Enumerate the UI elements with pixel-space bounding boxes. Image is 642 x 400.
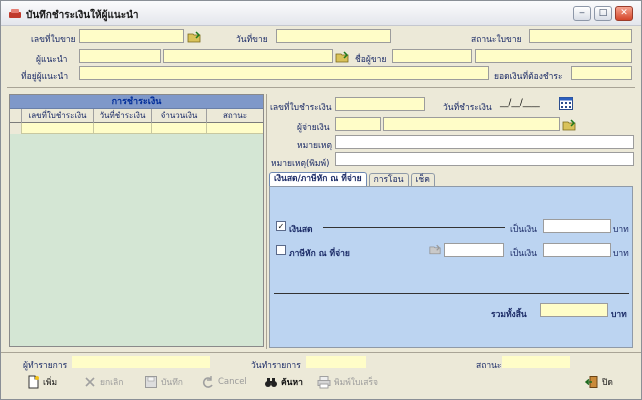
sale-date-label: วันที่ขาย	[236, 35, 268, 45]
payment-tabs: เงินสด/ภาษีหัก ณ ที่จ่าย การโอน เช็ค	[269, 172, 437, 187]
bottom-toolbar: เพิ่ม ยกเลิก บันทึก Cancel ค้นหา พิมพ์ใบ…	[1, 368, 641, 399]
x-icon	[85, 377, 95, 387]
cancel-button[interactable]: Cancel	[201, 374, 247, 390]
payment-grid-header: เลขที่ใบชำระเงิน วันที่ชำระเงิน จำนวนเงิ…	[10, 109, 263, 123]
cash-label: เงินสด	[289, 225, 313, 235]
withholding-checkbox[interactable]	[276, 245, 286, 255]
close-window-button[interactable]: ✕	[615, 6, 633, 21]
payment-no-field[interactable]	[335, 97, 425, 111]
print-note-label: หมายเหตุ(พิมพ์)	[271, 159, 330, 169]
calendar-icon[interactable]	[559, 96, 573, 110]
cash-tab-panel: ✓ เงินสด เป็นเงิน บาท ภาษีหัก ณ ที่จ่าย …	[269, 186, 633, 348]
save-button[interactable]: บันทึก	[144, 374, 183, 390]
withholding-amount-label: เป็นเงิน	[510, 249, 537, 259]
tab-transfer[interactable]: การโอน	[368, 173, 409, 187]
maximize-button[interactable]: □	[594, 6, 612, 21]
cash-checkbox[interactable]: ✓	[276, 221, 286, 231]
receipt-no-field[interactable]	[79, 29, 184, 43]
total-field[interactable]	[540, 303, 608, 317]
cancel-button-label: Cancel	[218, 377, 247, 387]
save-button-label: บันทึก	[161, 378, 183, 388]
creator-field	[72, 356, 210, 368]
amount-due-field[interactable]	[571, 66, 632, 80]
payment-grid: การชำระเงิน เลขที่ใบชำระเงิน วันที่ชำระเ…	[9, 94, 264, 347]
receipt-no-label: เลขที่ใบขาย	[31, 35, 76, 45]
print-receipt-label: พิมพ์ใบเสร็จ	[334, 378, 378, 388]
withholding-baht-label: บาท	[613, 249, 629, 259]
receipt-status-label: สถานะใบขาย	[471, 35, 522, 45]
cash-separator-line	[323, 227, 505, 228]
total-baht-label: บาท	[611, 310, 627, 320]
print-receipt-button[interactable]: พิมพ์ใบเสร็จ	[317, 374, 378, 390]
print-note-field[interactable]	[335, 152, 634, 166]
exit-door-icon	[585, 376, 598, 388]
binoculars-icon	[265, 378, 277, 387]
status-field	[502, 356, 570, 368]
payment-date-label: วันที่ชำระเงิน	[443, 103, 492, 113]
withholding-amount-field[interactable]	[543, 243, 611, 257]
withholding-rate-field[interactable]	[444, 243, 504, 257]
buyer-code-field[interactable]	[392, 49, 472, 63]
payment-grid-title: การชำระเงิน	[10, 95, 263, 109]
buyer-name-label: ชื่อผู้ขาย	[355, 55, 387, 65]
header-separator	[7, 87, 635, 88]
minimize-button[interactable]: ‒	[573, 6, 591, 21]
cash-baht-label: บาท	[613, 225, 629, 235]
add-button-label: เพิ่ม	[43, 378, 58, 388]
footer-separator	[1, 352, 641, 353]
main-window: บันทึกชำระเงินให้ผู้แนะนำ ‒ □ ✕ เลขที่ใบ…	[0, 0, 642, 400]
lookup-icon[interactable]	[429, 244, 441, 255]
note-field[interactable]	[335, 135, 634, 149]
payment-no-label: เลขที่ใบชำระเงิน	[270, 103, 332, 113]
printer-icon	[317, 376, 331, 389]
referrer-code-field[interactable]	[79, 49, 161, 63]
lookup-icon[interactable]	[335, 51, 349, 63]
column-header[interactable]: เลขที่ใบชำระเงิน	[22, 109, 94, 123]
amount-due-label: ยอดเงินที่ต้องชำระ	[494, 72, 563, 82]
total-separator-line	[274, 293, 629, 294]
exit-button-label: ปิด	[602, 378, 613, 388]
column-header[interactable]: สถานะ	[207, 109, 263, 123]
referrer-name-field[interactable]	[163, 49, 333, 63]
add-button[interactable]: เพิ่ม	[26, 374, 57, 390]
tab-cheque[interactable]: เช็ค	[410, 173, 435, 187]
buyer-name-field[interactable]	[475, 49, 632, 63]
cancel-record-button[interactable]: ยกเลิก	[83, 374, 123, 390]
cash-amount-field[interactable]	[543, 219, 611, 233]
note-label: หมายเหตุ	[297, 141, 332, 151]
new-document-icon	[28, 375, 39, 389]
referrer-address-field[interactable]	[79, 66, 489, 80]
undo-icon	[202, 376, 213, 388]
column-header[interactable]: จำนวนเงิน	[152, 109, 207, 123]
withholding-label: ภาษีหัก ณ ที่จ่าย	[289, 249, 350, 259]
trans-date-field	[306, 356, 366, 368]
table-row[interactable]	[10, 123, 263, 134]
payment-date-value: __/__/____	[500, 98, 540, 108]
payer-code-field[interactable]	[335, 117, 381, 131]
cancel-record-label: ยกเลิก	[100, 378, 124, 388]
floppy-disk-icon	[145, 376, 157, 388]
payment-date-field[interactable]: __/__/____	[498, 97, 556, 111]
lookup-icon[interactable]	[562, 119, 576, 131]
cash-amount-label: เป็นเงิน	[510, 225, 537, 235]
referrer-address-label: ที่อยู่ผู้แนะนำ	[21, 72, 69, 82]
row-indicator-header	[10, 109, 22, 123]
sale-date-field[interactable]	[276, 29, 391, 43]
referrer-label: ผู้แนะนำ	[36, 55, 68, 65]
tab-cash-withholding[interactable]: เงินสด/ภาษีหัก ณ ที่จ่าย	[269, 172, 367, 187]
panel-divider	[266, 94, 267, 349]
search-button-label: ค้นหา	[281, 378, 303, 388]
total-label: รวมทั้งสิ้น	[491, 310, 527, 320]
exit-button[interactable]: ปิด	[585, 374, 613, 390]
receipt-status-field[interactable]	[529, 29, 632, 43]
title-bar: บันทึกชำระเงินให้ผู้แนะนำ ‒ □ ✕	[1, 1, 641, 26]
app-icon	[9, 9, 21, 18]
lookup-icon[interactable]	[187, 31, 201, 43]
payer-label: ผู้จ่ายเงิน	[297, 123, 330, 133]
column-header[interactable]: วันที่ชำระเงิน	[94, 109, 152, 123]
window-title: บันทึกชำระเงินให้ผู้แนะนำ	[26, 10, 139, 21]
search-button[interactable]: ค้นหา	[264, 374, 303, 390]
payer-name-field[interactable]	[383, 117, 560, 131]
